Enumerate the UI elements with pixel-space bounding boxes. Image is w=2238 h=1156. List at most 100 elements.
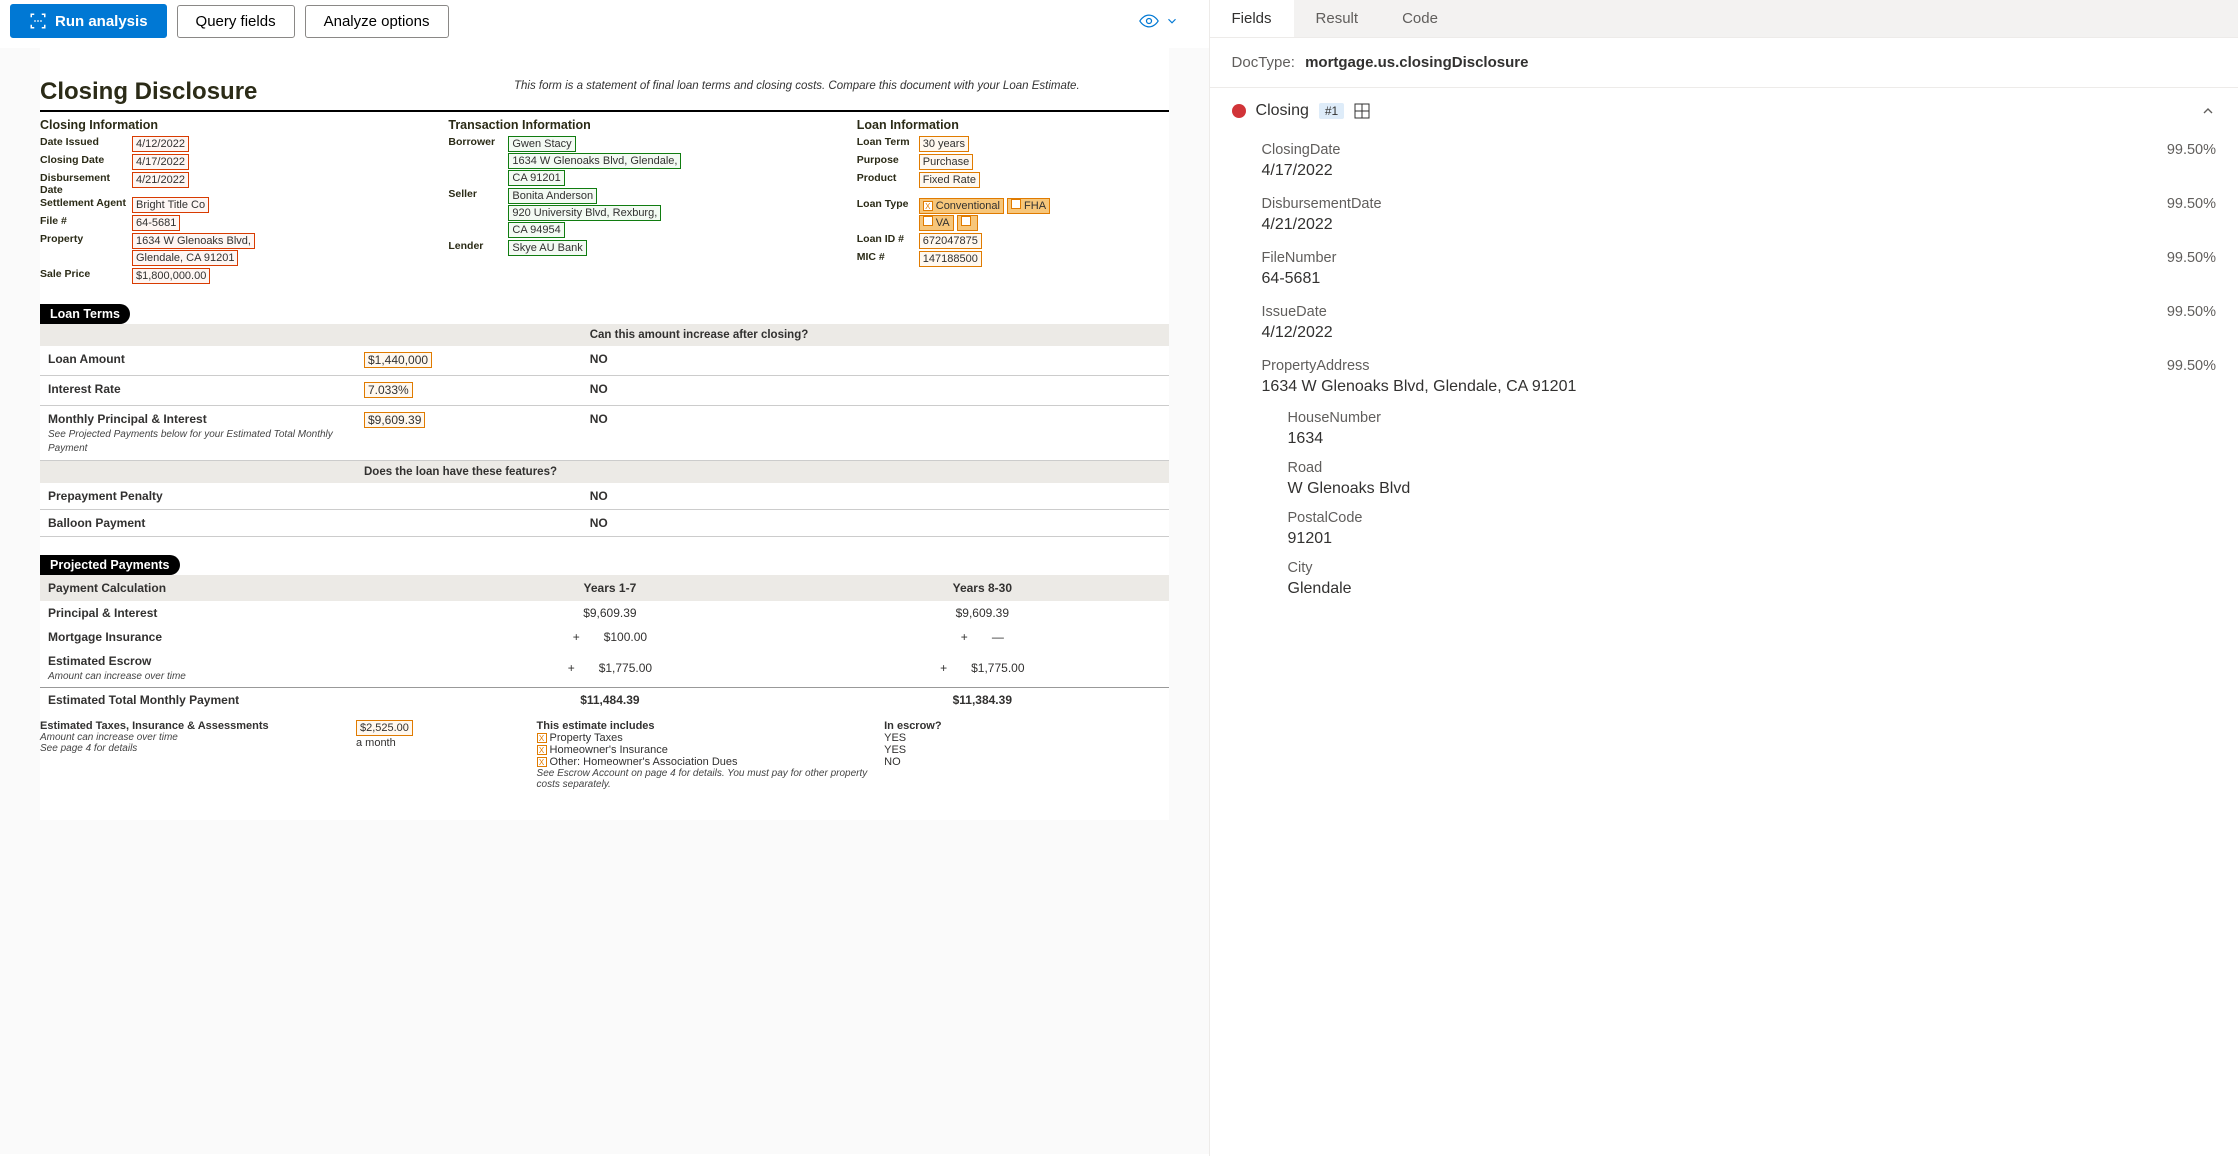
include-3: Other: Homeowner's Association Dues xyxy=(550,756,738,768)
subfield-key: Road xyxy=(1288,460,2216,476)
results-scroll[interactable]: DocType: mortgage.us.closingDisclosure C… xyxy=(1210,38,2238,1156)
analyze-options-button[interactable]: Analyze options xyxy=(305,5,449,38)
doc-note: This form is a statement of final loan t… xyxy=(514,78,1169,106)
includes-heading: This estimate includes xyxy=(537,720,885,732)
group-closing[interactable]: Closing #1 xyxy=(1210,88,2238,134)
field-value: 64-5681 xyxy=(1262,270,2216,288)
pi-y8: $9,609.39 xyxy=(796,601,1168,625)
inescrow-heading: In escrow? xyxy=(884,720,1010,732)
loan-amount-label: Loan Amount xyxy=(40,346,356,376)
mi-y8: — xyxy=(992,630,1004,644)
subfield-value: Glendale xyxy=(1288,580,2216,598)
chevron-up-icon xyxy=(2200,103,2216,119)
closing-info-heading: Closing Information xyxy=(40,118,438,132)
property-value-2: Glendale, CA 91201 xyxy=(132,250,238,266)
borrower-name: Gwen Stacy xyxy=(508,136,575,152)
disb-date-label: Disbursement Date xyxy=(40,172,132,196)
tab-code[interactable]: Code xyxy=(1380,0,1460,37)
inescrow-2: YES xyxy=(884,744,1010,756)
field-key: PropertyAddress xyxy=(1262,358,1370,374)
field-row[interactable]: DisbursementDate 99.50% 4/21/2022 xyxy=(1210,188,2238,242)
inescrow-1: YES xyxy=(884,732,1010,744)
field-confidence: 99.50% xyxy=(2167,358,2216,374)
features-question: Does the loan have these features? xyxy=(356,461,1169,484)
mi-y1: $100.00 xyxy=(604,630,647,644)
tabs: Fields Result Code xyxy=(1210,0,2238,38)
field-confidence: 99.50% xyxy=(2167,250,2216,266)
taxes-value: $2,525.00 xyxy=(356,720,413,736)
mpi-label: Monthly Principal & Interest xyxy=(48,412,207,426)
subfield-row[interactable]: Road W Glenoaks Blvd xyxy=(1210,454,2238,504)
doctype-value: mortgage.us.closingDisclosure xyxy=(1305,54,1528,71)
taxes-note2: See page 4 for details xyxy=(40,743,356,754)
seller-name: Bonita Anderson xyxy=(508,188,597,204)
group-badge: #1 xyxy=(1319,103,1344,119)
loan-amount-answer: NO xyxy=(582,346,1169,376)
terms-question: Can this amount increase after closing? xyxy=(582,324,1169,346)
settlement-value: Bright Title Co xyxy=(132,197,209,213)
subfield-row[interactable]: HouseNumber1634 xyxy=(1210,404,2238,454)
loan-terms-heading: Loan Terms xyxy=(40,304,130,324)
tab-fields[interactable]: Fields xyxy=(1210,0,1294,37)
property-value-1: 1634 W Glenoaks Blvd, xyxy=(132,233,255,249)
borrower-label: Borrower xyxy=(448,136,508,148)
balloon-answer: NO xyxy=(582,510,1169,537)
query-fields-button[interactable]: Query fields xyxy=(177,5,295,38)
field-row[interactable]: FileNumber99.50%64-5681 xyxy=(1210,242,2238,296)
tab-result[interactable]: Result xyxy=(1294,0,1381,37)
field-row[interactable]: PropertyAddress 99.50% 1634 W Glenoaks Blv… xyxy=(1210,350,2238,404)
projected-payments-heading: Projected Payments xyxy=(40,555,180,575)
table-icon xyxy=(1354,103,1370,119)
years-1-7-heading: Years 1-7 xyxy=(424,575,796,601)
subfield-value: W Glenoaks Blvd xyxy=(1288,480,2216,498)
field-confidence: 99.50% xyxy=(2167,196,2216,212)
document-preview-pane: Run analysis Query fields Analyze option… xyxy=(0,0,1209,1156)
prepay-label: Prepayment Penalty xyxy=(40,483,356,510)
inescrow-3: NO xyxy=(884,756,1010,768)
mic-label: MIC # xyxy=(857,251,919,263)
field-key: ClosingDate xyxy=(1262,142,1341,158)
subfield-row[interactable]: PostalCode91201 xyxy=(1210,504,2238,554)
field-row[interactable]: IssueDate99.50%4/12/2022 xyxy=(1210,296,2238,350)
run-analysis-button[interactable]: Run analysis xyxy=(10,4,167,38)
subfield-key: City xyxy=(1288,560,2216,576)
field-value: 4/21/2022 xyxy=(1262,216,2216,234)
mic-value: 147188500 xyxy=(919,251,982,267)
loan-purpose-value: Purchase xyxy=(919,154,973,170)
scan-icon xyxy=(29,12,47,30)
taxes-label: Estimated Taxes, Insurance & Assessments xyxy=(40,720,356,732)
ee-note: Amount can increase over time xyxy=(48,671,186,682)
mi-label: Mortgage Insurance xyxy=(40,625,424,649)
loan-type-conventional: Conventional xyxy=(936,200,1000,212)
projected-payments-table: Payment CalculationYears 1-7Years 8-30 P… xyxy=(40,575,1169,712)
loan-term-value: 30 years xyxy=(919,136,969,152)
mpi-answer: NO xyxy=(582,406,1169,461)
loan-id-value: 672047875 xyxy=(919,233,982,249)
seller-addr2: CA 94954 xyxy=(508,222,564,238)
field-row[interactable]: ClosingDate99.50%4/17/2022 xyxy=(1210,134,2238,188)
lender-value: Skye AU Bank xyxy=(508,240,586,256)
loan-product-value: Fixed Rate xyxy=(919,172,980,188)
closing-date-label: Closing Date xyxy=(40,154,132,166)
loan-terms-table: Can this amount increase after closing? … xyxy=(40,324,1169,537)
run-analysis-label: Run analysis xyxy=(55,13,148,30)
seller-label: Seller xyxy=(448,188,508,200)
status-dot-icon xyxy=(1232,104,1246,118)
field-key: DisbursementDate xyxy=(1262,196,1382,212)
transaction-info-heading: Transaction Information xyxy=(448,118,846,132)
include-2: Homeowner's Insurance xyxy=(550,744,668,756)
eye-icon xyxy=(1139,14,1159,28)
subfield-row[interactable]: City Glendale xyxy=(1210,554,2238,604)
sale-value: $1,800,000.00 xyxy=(132,268,210,284)
doc-title: Closing Disclosure xyxy=(40,78,514,106)
document-content: Closing Disclosure This form is a statem… xyxy=(40,48,1169,820)
doctype-key: DocType: xyxy=(1232,54,1295,71)
taxes-note1: Amount can increase over time xyxy=(40,732,356,743)
ee-y1: $1,775.00 xyxy=(599,661,652,675)
chevron-down-icon xyxy=(1165,14,1179,28)
preview-toggle[interactable] xyxy=(1139,14,1179,28)
mpi-note: See Projected Payments below for your Es… xyxy=(48,429,333,454)
lender-label: Lender xyxy=(448,240,508,252)
subfield-value: 1634 xyxy=(1288,430,2216,448)
field-value: 1634 W Glenoaks Blvd, Glendale, CA 91201 xyxy=(1262,378,2216,396)
